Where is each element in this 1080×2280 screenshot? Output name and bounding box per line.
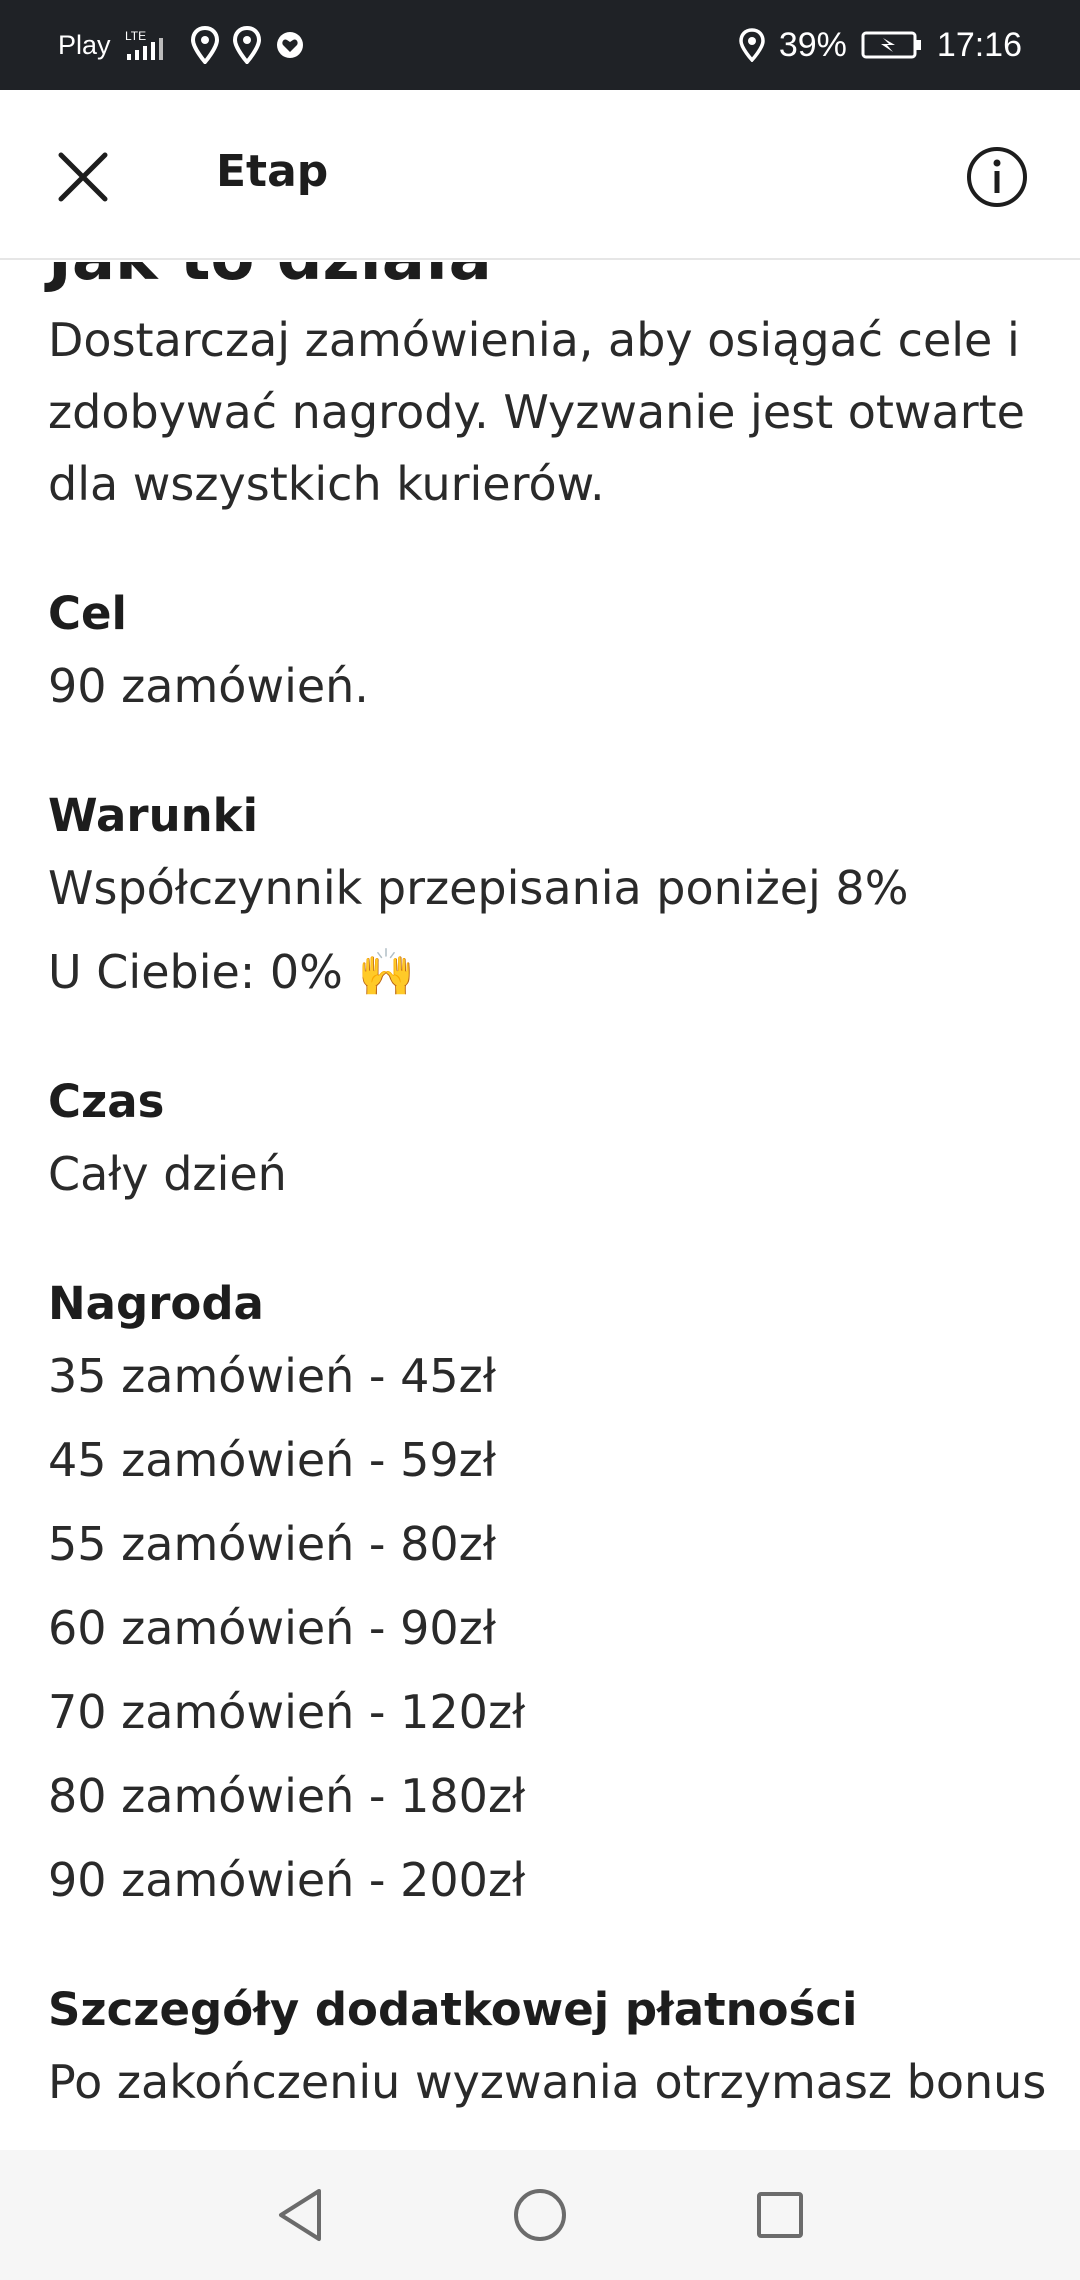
conditions-section: Warunki Współczynnik przepisania poniżej… [48,780,1048,1008]
system-nav-bar [0,2150,1080,2280]
conditions-title: Warunki [48,789,259,842]
time-section: Czas Cały dzień [48,1066,1048,1210]
content-inner: Jak to działa Dostarczaj zamówienia, aby… [48,262,1048,2118]
close-icon [58,152,108,202]
page-title: Etap [216,146,329,197]
conditions-requirement: Współczynnik przepisania poniżej 8% [48,861,909,915]
goal-section: Cel 90 zamówień. [48,578,1048,722]
battery-percent: 39% [778,25,847,64]
reward-item: 35 zamówień - 45zł [48,1349,496,1403]
reward-item: 55 zamówień - 80zł [48,1517,496,1571]
info-button[interactable] [962,142,1032,212]
status-bar-left: Play LTE [58,26,305,64]
location-pin-icon [232,26,261,64]
payment-details-title: Szczegóły dodatkowej płatności [48,1983,858,2036]
app-bar: Etap [0,90,1080,260]
time-title: Czas [48,1075,165,1128]
recents-icon [757,2192,803,2238]
intro-text: Dostarczaj zamówienia, aby osiągać cele … [48,313,1025,511]
svg-text:LTE: LTE [125,29,146,43]
clock: 17:16 [936,25,1022,64]
reward-item: 70 zamówień - 120zł [48,1685,526,1739]
location-pin-icon [190,26,219,64]
status-bar-right: 39% 17:16 [739,26,1022,65]
heart-icon [275,30,305,60]
conditions-current-value: U Ciebie: 0% 🙌 [48,945,415,999]
section-heading: Jak to działa [48,262,1048,294]
home-button[interactable] [505,2180,575,2250]
signal-icon: LTE [125,28,177,62]
time-value: Cały dzień [48,1147,287,1201]
close-button[interactable] [48,142,118,212]
reward-item: 80 zamówień - 180zł [48,1769,526,1823]
carrier-label: Play [58,29,111,60]
reward-item: 45 zamówień - 59zł [48,1433,496,1487]
payment-details-text: Po zakończeniu wyzwania otrzymasz bonus [48,2055,1047,2109]
back-icon [279,2189,321,2241]
reward-list: 35 zamówień - 45zł 45 zamówień - 59zł 55… [48,1340,1048,1916]
recents-button[interactable] [745,2180,815,2250]
goal-title: Cel [48,587,127,640]
info-icon [967,147,1027,207]
back-button[interactable] [265,2180,335,2250]
location-icon [739,28,765,62]
reward-item: 60 zamówień - 90zł [48,1601,496,1655]
reward-title: Nagroda [48,1277,264,1330]
goal-value: 90 zamówień. [48,659,369,713]
battery-charging-icon [861,30,923,60]
status-bar: Play LTE 39% 17:16 [0,0,1080,90]
content-area[interactable]: Jak to działa Dostarczaj zamówienia, aby… [0,262,1080,2150]
reward-item: 90 zamówień - 200zł [48,1853,526,1907]
home-icon [514,2189,566,2241]
reward-section: Nagroda 35 zamówień - 45zł 45 zamówień -… [48,1268,1048,1916]
payment-details-section: Szczegóły dodatkowej płatności Po zakońc… [48,1974,1048,2118]
